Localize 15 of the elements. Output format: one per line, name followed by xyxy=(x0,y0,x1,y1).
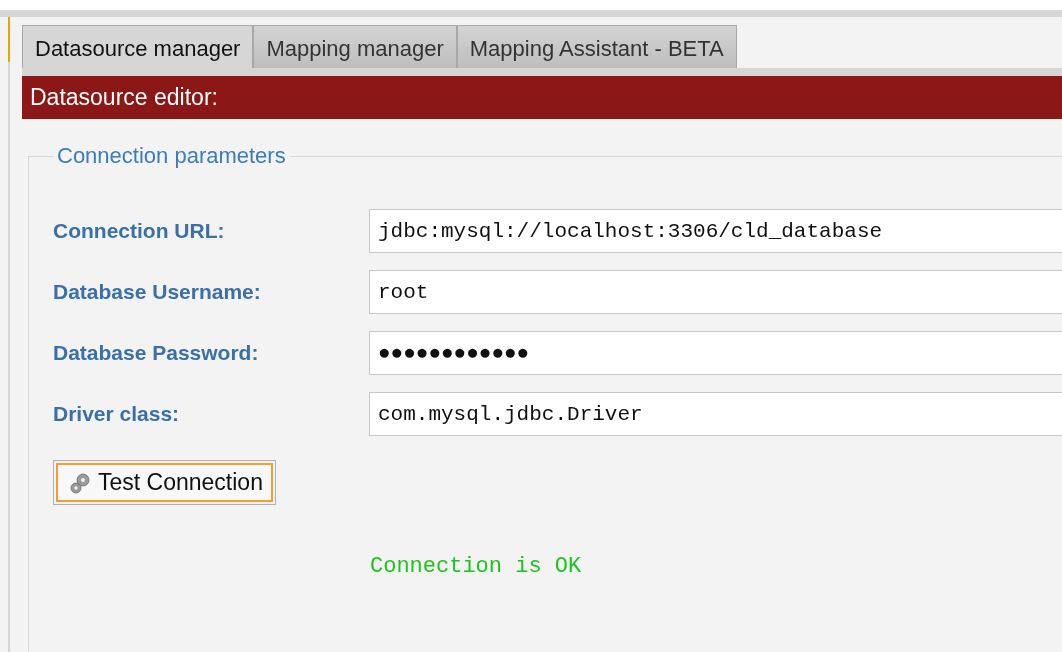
tab[interactable]: Mapping Assistant - BETA xyxy=(456,25,737,68)
field-label: Database Username: xyxy=(53,280,262,304)
input-field[interactable]: jdbc:mysql://localhost:3306/cld_database xyxy=(369,209,1062,253)
field-label: Driver class: xyxy=(53,402,181,426)
input-field[interactable]: root xyxy=(369,270,1062,314)
field-label: Database Password: xyxy=(53,341,260,365)
group-legend: Connection parameters xyxy=(53,143,290,169)
editor-title: Datasource editor: xyxy=(30,84,218,111)
field-label: Connection URL: xyxy=(53,219,226,243)
status-message: Connection is OK xyxy=(370,554,582,579)
test-connection-button[interactable]: Test Connection xyxy=(56,463,273,502)
input-field[interactable]: ●●●●●●●●●●●● xyxy=(369,331,1062,375)
tab[interactable]: Mapping manager xyxy=(253,25,457,68)
tab[interactable]: Datasource manager xyxy=(22,25,254,68)
input-field[interactable]: com.mysql.jdbc.Driver xyxy=(369,392,1062,436)
